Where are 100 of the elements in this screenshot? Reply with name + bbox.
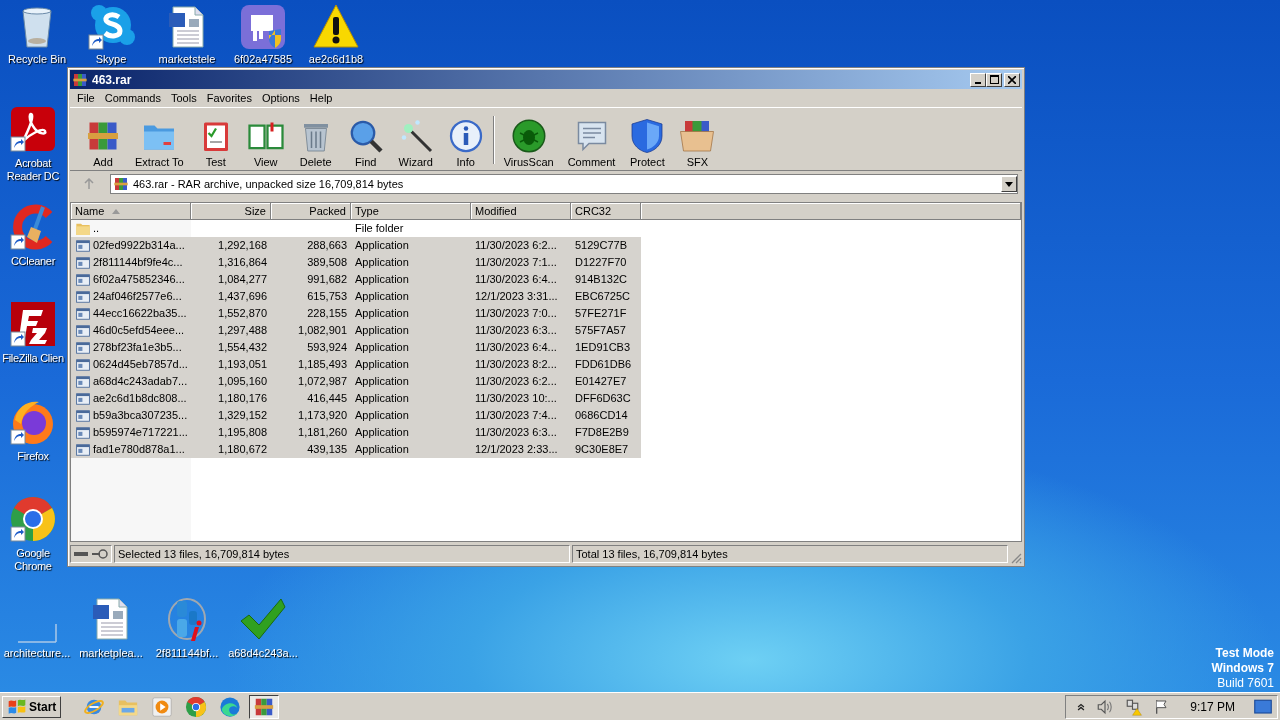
desktop-shortcut[interactable]: 6f02a47585 bbox=[226, 3, 300, 66]
column-header[interactable]: Name bbox=[71, 203, 191, 220]
table-cell-text: 1,173,920 bbox=[297, 408, 348, 423]
table-cell-text: 11/30/2023 6:4... bbox=[474, 340, 558, 355]
table-cell-text: Application bbox=[354, 442, 410, 457]
caret-icon bbox=[1005, 181, 1013, 187]
desktop-shortcut[interactable]: a68d4c243a... bbox=[226, 595, 300, 660]
desktop-shortcut[interactable]: ae2c6d1b8 bbox=[299, 3, 373, 66]
file-row[interactable]: 02fed9922b314a... 1,292,168 288,663 Application 11/30/2023 6:2... 5129C77B bbox=[71, 237, 641, 254]
close-button[interactable] bbox=[1004, 72, 1020, 87]
skype-icon bbox=[87, 3, 135, 51]
desktop-shortcut[interactable]: FileZilla Clien bbox=[0, 300, 66, 365]
file-row[interactable]: 44ecc16622ba35... 1,552,870 228,155 Application 11/30/2023 7:0... 57FE271F bbox=[71, 305, 641, 322]
table-cell-text: 12/1/2023 3:31... bbox=[474, 289, 559, 304]
menu-item[interactable]: Options bbox=[256, 92, 305, 104]
name-cell: 0624d45eb7857d... bbox=[71, 356, 191, 373]
application-icon bbox=[75, 272, 91, 287]
table-cell-text: 1,082,901 bbox=[297, 323, 348, 338]
toolbar-button[interactable]: VirusScan bbox=[496, 118, 561, 168]
toolbar-button[interactable]: Protect bbox=[622, 118, 673, 168]
application-icon bbox=[75, 340, 91, 355]
dropdown-button[interactable] bbox=[1001, 176, 1017, 192]
os-notice-text: Windows 7 bbox=[1211, 661, 1274, 676]
menu-item[interactable]: Help bbox=[304, 92, 338, 104]
toolbar-button[interactable]: Info bbox=[440, 118, 491, 168]
desktop-shortcut[interactable]: Google Chrome bbox=[0, 495, 66, 573]
table-cell-text: 12/1/2023 2:33... bbox=[474, 442, 559, 457]
application-icon bbox=[75, 408, 91, 423]
printer-shield-icon bbox=[239, 3, 287, 51]
menu-item[interactable]: File bbox=[72, 92, 100, 104]
file-row[interactable]: fad1e780d878a1... 1,180,672 439,135 Application 12/1/2023 2:33... 9C30E8E7 bbox=[71, 441, 641, 458]
table-cell-text: Application bbox=[354, 306, 410, 321]
file-row[interactable]: 278bf23fa1e3b5... 1,554,432 593,924 Application 11/30/2023 6:4... 1ED91CB3 bbox=[71, 339, 641, 356]
file-row[interactable]: b595974e717221... 1,195,808 1,181,260 Application 11/30/2023 6:3... F7D8E2B9 bbox=[71, 424, 641, 441]
table-cell-text: 1,552,870 bbox=[217, 306, 268, 321]
column-header[interactable]: Size bbox=[191, 203, 271, 220]
file-row[interactable]: ae2c6d1b8dc808... 1,180,176 416,445 Application 11/30/2023 10:... DFF6D63C bbox=[71, 390, 641, 407]
info-icon bbox=[447, 118, 484, 154]
table-cell-text: 991,682 bbox=[306, 272, 348, 287]
toolbar-button[interactable]: Wizard bbox=[390, 118, 441, 168]
table-cell-text: 11/30/2023 10:... bbox=[474, 391, 558, 406]
table-cell-text: 1,193,051 bbox=[217, 357, 268, 372]
table-cell-text: 0686CD14 bbox=[574, 408, 629, 423]
toolbar-button[interactable]: Extract To bbox=[128, 118, 191, 168]
file-row[interactable]: b59a3bca307235... 1,329,152 1,173,920 Application 11/30/2023 7:4... 0686CD14 bbox=[71, 407, 641, 424]
table-cell-text: D1227F70 bbox=[574, 255, 628, 270]
table-cell-text: FDD61DB6 bbox=[574, 357, 633, 372]
file-row[interactable]: 0624d45eb7857d... 1,193,051 1,185,493 Application 11/30/2023 8:2... FDD61DB6 bbox=[71, 356, 641, 373]
desktop-shortcut[interactable]: Firefox bbox=[0, 398, 66, 463]
desktop-shortcut[interactable]: Skype bbox=[74, 3, 148, 66]
menu-item[interactable]: Tools bbox=[166, 92, 202, 104]
menu-item[interactable]: Favorites bbox=[201, 92, 257, 104]
start-button[interactable]: Start bbox=[2, 695, 62, 718]
desktop-shortcut[interactable]: architecture... bbox=[0, 595, 74, 660]
close-icon bbox=[1008, 75, 1016, 84]
name-cell: .. bbox=[71, 220, 191, 237]
file-row[interactable]: 2f811144bf9fe4c... 1,316,864 389,508 Application 11/30/2023 7:1... D1227F70 bbox=[71, 254, 641, 271]
file-row[interactable]: a68d4c243adab7... 1,095,160 1,072,987 Application 11/30/2023 6:2... E01427E7 bbox=[71, 373, 641, 390]
file-row[interactable]: .. File folder bbox=[71, 220, 641, 237]
file-row[interactable]: 6f02a475852346... 1,084,277 991,682 Application 11/30/2023 6:4... 914B132C bbox=[71, 271, 641, 288]
menu-item[interactable]: Commands bbox=[99, 92, 166, 104]
name-cell: 46d0c5efd54eee... bbox=[71, 322, 191, 339]
column-header[interactable]: Modified bbox=[471, 203, 571, 220]
taskbar-app-button[interactable] bbox=[249, 694, 280, 719]
address-field[interactable]: 463.rar - RAR archive, unpacked size 16,709,814 bytes bbox=[110, 174, 1018, 194]
table-cell-text: EBC6725C bbox=[574, 289, 632, 304]
file-row[interactable]: 46d0c5efd54eee... 1,297,488 1,082,901 Application 11/30/2023 6:3... 575F7A57 bbox=[71, 322, 641, 339]
table-cell-text: 11/30/2023 6:2... bbox=[474, 238, 558, 253]
desktop-shortcut[interactable]: marketstele bbox=[150, 3, 224, 66]
desktop-shortcut[interactable]: Recycle Bin bbox=[0, 3, 74, 66]
table-cell-text: 615,753 bbox=[306, 289, 348, 304]
minimize-button[interactable] bbox=[970, 72, 986, 87]
minimize-icon bbox=[975, 81, 981, 84]
toolbar-button[interactable]: Delete bbox=[290, 118, 341, 168]
os-notice-text: Test Mode bbox=[1215, 646, 1274, 661]
desktop-shortcut[interactable]: marketplea... bbox=[74, 595, 148, 660]
maximize-button[interactable] bbox=[986, 72, 1002, 87]
resize-grip-icon bbox=[1010, 552, 1022, 564]
table-cell-text: Application bbox=[354, 238, 410, 253]
column-header[interactable]: CRC32 bbox=[571, 203, 641, 220]
toolbar-button[interactable]: View bbox=[240, 118, 291, 168]
toolbar-button[interactable]: Find bbox=[340, 118, 391, 168]
table-cell-text: 11/30/2023 6:4... bbox=[474, 272, 558, 287]
column-header[interactable]: Type bbox=[351, 203, 471, 220]
desktop-shortcut[interactable]: Acrobat Reader DC bbox=[0, 105, 66, 183]
toolbar-button[interactable]: Add bbox=[78, 118, 128, 168]
desktop-shortcut[interactable]: 2f811144bf... bbox=[150, 595, 224, 660]
file-row[interactable]: 24af046f2577e6... 1,437,696 615,753 Application 12/1/2023 3:31... EBC6725C bbox=[71, 288, 641, 305]
column-header[interactable]: Packed bbox=[271, 203, 351, 220]
name-cell: 2f811144bf9fe4c... bbox=[71, 254, 191, 271]
toolbar-button[interactable]: SFX bbox=[672, 118, 723, 168]
application-icon bbox=[75, 255, 91, 270]
name-cell: fad1e780d878a1... bbox=[71, 441, 191, 458]
table-cell-text: Application bbox=[354, 255, 410, 270]
table-cell-text: 1,185,493 bbox=[297, 357, 348, 372]
toolbar-button[interactable]: Comment bbox=[560, 118, 623, 168]
application-icon bbox=[75, 425, 91, 440]
desktop-shortcut[interactable]: CCleaner bbox=[0, 203, 66, 268]
application-icon bbox=[75, 323, 91, 338]
toolbar-button[interactable]: Test bbox=[190, 118, 241, 168]
